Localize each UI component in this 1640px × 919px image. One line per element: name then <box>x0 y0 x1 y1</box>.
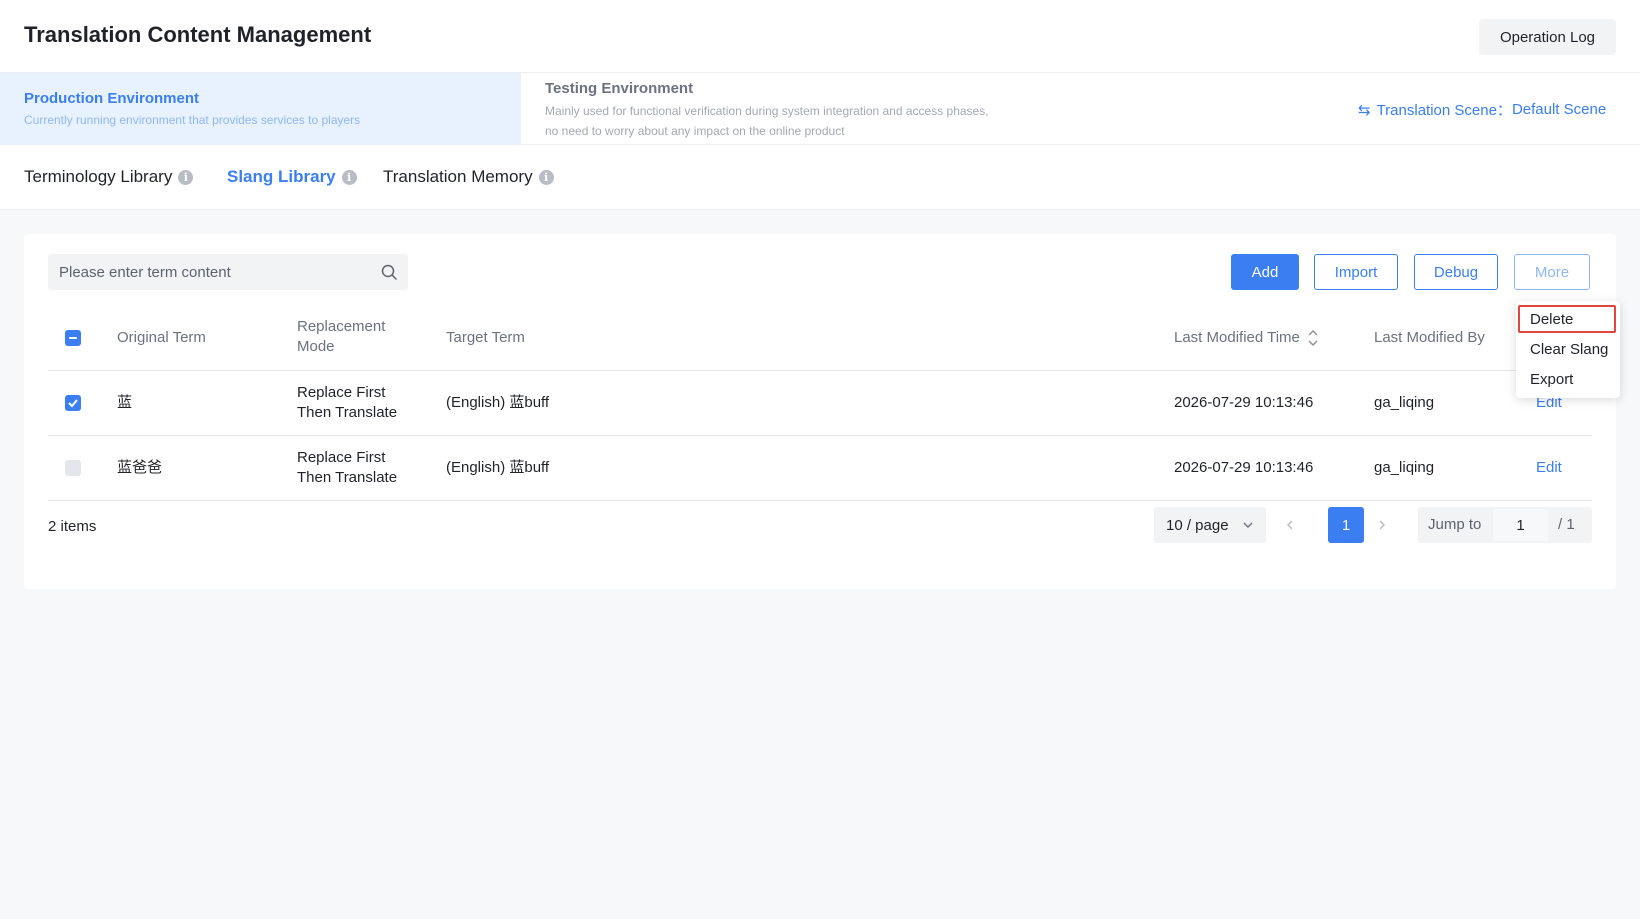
add-button[interactable]: Add <box>1231 254 1299 290</box>
tab-slang-library[interactable]: Slang Library i <box>227 167 357 187</box>
total-pages: / 1 <box>1558 516 1575 533</box>
page-title: Translation Content Management <box>24 22 372 47</box>
menu-item-clear-slang[interactable]: Clear Slang <box>1516 335 1620 363</box>
row-checkbox[interactable] <box>65 395 81 411</box>
import-button[interactable]: Import <box>1314 254 1398 290</box>
chevron-right-icon <box>1379 520 1385 530</box>
cell-original-term: 蓝爸爸 <box>117 459 163 476</box>
info-icon[interactable]: i <box>178 169 194 185</box>
column-last-modified-by: Last Modified By <box>1374 329 1485 346</box>
translation-scene-label: Translation Scene： <box>1376 102 1512 119</box>
cell-last-modified-by: ga_liqing <box>1374 394 1435 411</box>
translation-scene-selector[interactable]: ⇆ Translation Scene： Default Scene <box>1358 99 1606 120</box>
cell-replacement-mode: Replace First Then Translate <box>297 448 397 488</box>
tab-translation-memory[interactable]: Translation Memory i <box>383 167 554 187</box>
chevron-left-icon <box>1287 520 1293 530</box>
slang-library-card: Add Import Debug More Original Term Repl… <box>24 234 1616 589</box>
cell-last-modified-time: 2026-07-29 10:13:46 <box>1174 459 1314 476</box>
jump-to-page: Jump to / 1 <box>1418 507 1592 543</box>
translation-scene-value: Default Scene <box>1511 101 1607 118</box>
jump-to-input[interactable] <box>1493 509 1548 541</box>
search-icon[interactable] <box>380 263 398 281</box>
more-button[interactable]: More <box>1514 254 1590 290</box>
column-last-modified-time-label: Last Modified Time <box>1174 329 1300 346</box>
jump-to-label: Jump to <box>1428 516 1482 533</box>
select-all-checkbox[interactable] <box>65 330 81 346</box>
swap-icon: ⇆ <box>1358 101 1371 119</box>
cell-last-modified-time: 2026-07-29 10:13:46 <box>1174 394 1314 411</box>
column-replacement-mode-line2: Mode <box>297 338 335 355</box>
debug-button[interactable]: Debug <box>1414 254 1498 290</box>
environment-bar: Production Environment Currently running… <box>0 73 1640 145</box>
next-page-button[interactable] <box>1370 507 1394 543</box>
operation-log-button[interactable]: Operation Log <box>1479 19 1616 55</box>
sort-icon[interactable] <box>1308 328 1318 348</box>
table-row: 蓝爸爸 Replace First Then Translate (Englis… <box>48 436 1592 501</box>
more-dropdown-menu: Delete Clear Slang Export <box>1516 301 1620 398</box>
env-production-description: Currently running environment that provi… <box>24 113 361 127</box>
library-tabs: Terminology Library i Slang Library i Tr… <box>0 145 1640 210</box>
table-header: Original Term Replacement Mode Target Te… <box>48 304 1592 371</box>
tab-slang-library-label: Slang Library <box>227 167 336 186</box>
total-items: 2 items <box>48 518 97 535</box>
edit-link[interactable]: Edit <box>1536 458 1562 478</box>
cell-target-term: (English) 蓝buff <box>446 459 550 476</box>
env-testing-description: Mainly used for functional verification … <box>545 104 989 138</box>
cell-target-term: (English) 蓝buff <box>446 394 550 411</box>
cell-replacement-mode-line2: Then Translate <box>297 469 398 486</box>
column-replacement-mode-line1: Replacement <box>297 318 386 335</box>
cell-replacement-mode-line1: Replace First <box>297 384 386 401</box>
env-testing-title: Testing Environment <box>545 80 694 97</box>
prev-page-button[interactable] <box>1278 507 1302 543</box>
top-bar: Translation Content Management Operation… <box>0 0 1640 73</box>
row-checkbox[interactable] <box>65 460 81 476</box>
chevron-down-icon <box>1243 522 1253 528</box>
search-input[interactable] <box>48 263 368 281</box>
env-tab-production[interactable]: Production Environment Currently running… <box>0 73 521 145</box>
tab-terminology-library[interactable]: Terminology Library i <box>24 167 194 187</box>
cell-original-term: 蓝 <box>117 394 133 411</box>
menu-item-export[interactable]: Export <box>1516 365 1620 393</box>
table-row: 蓝 Replace First Then Translate (English)… <box>48 371 1592 436</box>
env-tab-testing[interactable]: Testing Environment Mainly used for func… <box>521 73 1021 145</box>
column-last-modified-time[interactable]: Last Modified Time <box>1174 328 1318 348</box>
search-box <box>48 254 408 290</box>
page-number-current[interactable]: 1 <box>1328 507 1364 543</box>
cell-replacement-mode-line2: Then Translate <box>297 404 398 421</box>
column-target-term: Target Term <box>446 329 525 346</box>
cell-last-modified-by: ga_liqing <box>1374 459 1435 476</box>
page-size-select[interactable]: 10 / page <box>1154 507 1266 543</box>
page-size-value: 10 / page <box>1166 516 1229 534</box>
info-icon[interactable]: i <box>341 169 357 185</box>
env-production-title: Production Environment <box>24 90 200 107</box>
menu-item-delete[interactable]: Delete <box>1518 305 1616 333</box>
cell-replacement-mode-line1: Replace First <box>297 449 386 466</box>
tab-terminology-library-label: Terminology Library <box>24 167 173 186</box>
tab-translation-memory-label: Translation Memory <box>383 167 533 186</box>
info-icon[interactable]: i <box>538 169 554 185</box>
column-original-term: Original Term <box>117 329 206 346</box>
check-icon <box>68 399 78 408</box>
cell-replacement-mode: Replace First Then Translate <box>297 383 397 423</box>
column-replacement-mode: Replacement Mode <box>297 317 385 357</box>
